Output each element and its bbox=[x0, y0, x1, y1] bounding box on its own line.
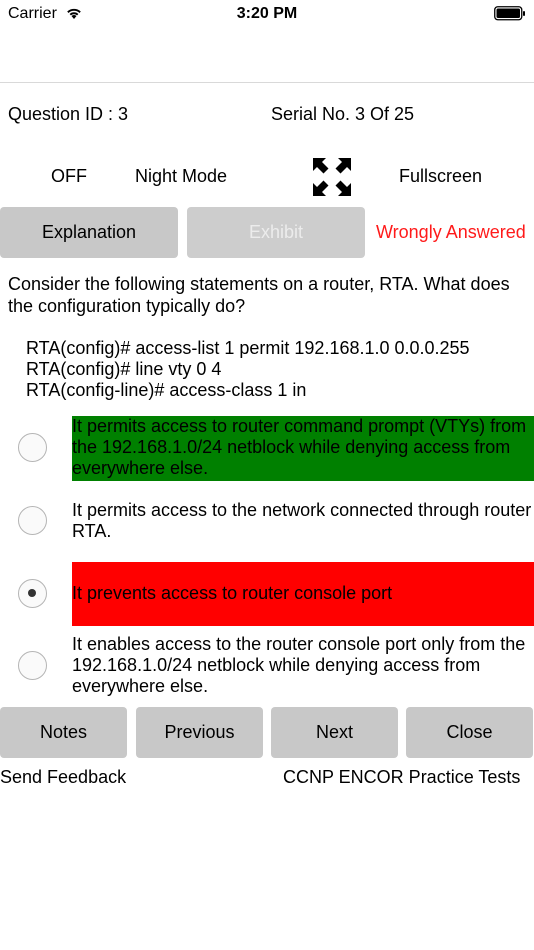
fullscreen-arrows-icon[interactable] bbox=[313, 158, 351, 196]
send-feedback-link[interactable]: Send Feedback bbox=[0, 767, 126, 788]
exhibit-button[interactable]: Exhibit bbox=[187, 207, 365, 258]
option-2-text[interactable]: It permits access to the network connect… bbox=[72, 500, 534, 542]
option-2-radio[interactable] bbox=[18, 506, 47, 535]
option-4-radio[interactable] bbox=[18, 651, 47, 680]
serial-number: Serial No. 3 Of 25 bbox=[271, 104, 415, 124]
close-button[interactable]: Close bbox=[406, 707, 533, 758]
option-1-text-correct[interactable]: It permits access to router command prom… bbox=[72, 416, 534, 481]
option-1-radio[interactable] bbox=[18, 433, 47, 462]
next-button[interactable]: Next bbox=[271, 707, 398, 758]
question-text: Consider the following statements on a r… bbox=[8, 274, 510, 316]
notes-button[interactable]: Notes bbox=[0, 707, 127, 758]
status-bar: Carrier 3:20 PM bbox=[0, 0, 534, 28]
option-3-text-wrong[interactable]: It prevents access to router console por… bbox=[72, 562, 534, 626]
option-4-text[interactable]: It enables access to the router console … bbox=[72, 634, 534, 697]
code-line: RTA(config)# access-list 1 permit 192.16… bbox=[26, 338, 470, 358]
night-mode-label: Night Mode bbox=[135, 166, 228, 186]
previous-button[interactable]: Previous bbox=[136, 707, 263, 758]
answer-result-status: Wrongly Answered bbox=[376, 222, 526, 242]
code-line: RTA(config-line)# access-class 1 in bbox=[26, 380, 307, 400]
explanation-button[interactable]: Explanation bbox=[0, 207, 178, 258]
night-mode-toggle[interactable]: OFF bbox=[51, 166, 87, 187]
app-name-label: CCNP ENCOR Practice Tests bbox=[283, 767, 521, 787]
status-time: 3:20 PM bbox=[236, 5, 298, 22]
question-id: Question ID : 3 bbox=[8, 104, 129, 124]
question-code-block: RTA(config)# access-list 1 permit 192.16… bbox=[26, 338, 470, 401]
battery-icon bbox=[494, 6, 525, 21]
navigation-bar-divider bbox=[0, 82, 534, 83]
fullscreen-label: Fullscreen bbox=[399, 166, 483, 186]
code-line: RTA(config)# line vty 0 4 bbox=[26, 359, 222, 379]
option-3-radio-selected[interactable] bbox=[18, 579, 47, 608]
